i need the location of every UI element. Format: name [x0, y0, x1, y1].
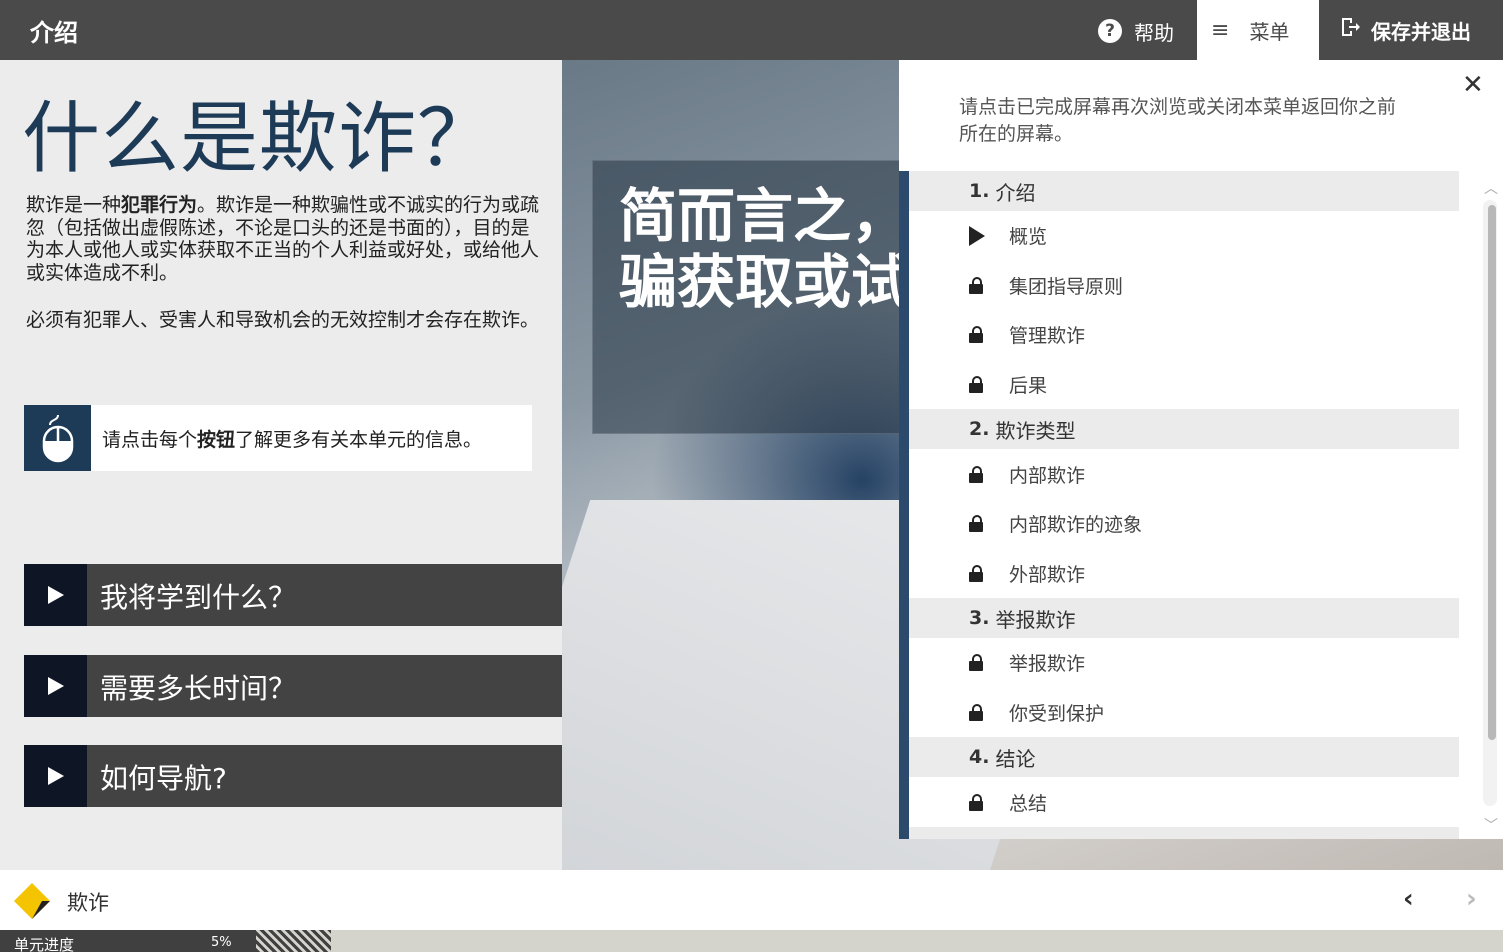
progress-value: 5%	[211, 935, 232, 950]
save-exit-label: 保存并退出	[1371, 19, 1471, 44]
menu-list: 1. 介绍 概览 集团指导原则 管理欺诈 后果 2. 欺诈类型 内部欺诈 内部欺诈的…	[899, 171, 1459, 839]
menu-label: 菜单	[1249, 19, 1290, 44]
quote-box: 简而言之， 骗获取或试	[592, 160, 912, 434]
para-bold-text: 犯罪行为	[121, 194, 198, 216]
accordion-navigation[interactable]: 如何导航?	[24, 745, 562, 807]
headline: 什么是欺诈？	[22, 94, 497, 182]
scrollbar-thumb[interactable]	[1488, 205, 1496, 740]
progress-bar: 单元进度 5%	[0, 930, 1503, 952]
menu-item-label: 内部欺诈	[1009, 464, 1086, 487]
play-icon	[24, 745, 87, 807]
menu-item: 管理欺诈	[909, 310, 1459, 360]
menu-item-label: 总结	[1009, 792, 1048, 815]
menu-item-label: 举报欺诈	[1009, 653, 1086, 676]
help-label: 帮助	[1134, 20, 1174, 45]
section-number: 3.	[969, 607, 990, 630]
lock-icon	[969, 376, 1009, 394]
brand-logo-icon	[14, 883, 50, 919]
scroll-down-icon[interactable]: ﹀	[1484, 815, 1498, 835]
quote-line: 骗获取或试	[619, 250, 910, 315]
play-icon	[24, 655, 87, 717]
section-title: 欺诈类型	[995, 418, 1076, 443]
section-number: 2.	[969, 418, 990, 441]
menu-section[interactable]: 2. 欺诈类型	[909, 409, 1459, 450]
hint-text: 了解更多有关本单元的信息。	[235, 429, 483, 451]
next-page-icon[interactable]: ›	[1466, 884, 1477, 914]
instruction-box: 请点击每个按钮了解更多有关本单元的信息。	[24, 405, 532, 471]
play-icon	[24, 564, 87, 626]
progress-fill	[256, 930, 331, 952]
lock-icon	[969, 515, 1009, 533]
course-menu: ✕ 请点击已完成屏幕再次浏览或关闭本菜单返回你之前所在的屏幕。 1. 介绍 概览 …	[899, 60, 1503, 839]
accordion-duration[interactable]: 需要多长时间？	[24, 655, 562, 717]
accordion-label: 我将学到什么？	[100, 581, 297, 614]
menu-item-label: 外部欺诈	[1009, 563, 1086, 586]
section-title: 结论	[995, 746, 1036, 771]
play-icon	[969, 225, 1009, 246]
hint-bold-text: 按钮	[197, 429, 236, 451]
menu-intro: 请点击已完成屏幕再次浏览或关闭本菜单返回你之前所在的屏幕。	[959, 96, 1397, 145]
menu-item: 内部欺诈	[909, 449, 1459, 499]
para-text: 欺诈是一种	[26, 194, 122, 216]
lock-icon	[969, 326, 1009, 344]
menu-button[interactable]: ≡ 菜单	[1197, 0, 1319, 60]
menu-item: 你受到保护	[909, 687, 1459, 738]
menu-section-partial	[909, 826, 1459, 839]
menu-item-label: 后果	[1009, 375, 1048, 398]
save-exit-button[interactable]: 保存并退出	[1321, 0, 1503, 60]
menu-item: 集团指导原则	[909, 260, 1459, 311]
close-icon[interactable]: ✕	[1462, 70, 1484, 100]
lock-icon	[969, 276, 1009, 294]
menu-item-label: 集团指导原则	[1009, 275, 1124, 298]
lock-icon	[969, 564, 1009, 582]
page-title: 介绍	[30, 19, 78, 47]
menu-item: 总结	[909, 777, 1459, 827]
section-number: 4.	[969, 746, 990, 769]
menu-item: 举报欺诈	[909, 638, 1459, 688]
help-button[interactable]: ? 帮助	[1098, 16, 1174, 46]
course-name: 欺诈	[67, 891, 109, 915]
menu-item[interactable]: 概览	[909, 211, 1459, 261]
menu-item-label: 概览	[1009, 226, 1048, 249]
lock-icon	[969, 465, 1009, 483]
progress-label-box: 单元进度 5%	[0, 930, 256, 952]
lock-icon	[969, 704, 1009, 722]
exit-icon	[1339, 16, 1361, 44]
menu-item-label: 内部欺诈的迹象	[1009, 514, 1143, 537]
section-title: 介绍	[995, 180, 1036, 205]
menu-item-label: 你受到保护	[1009, 703, 1105, 726]
section-title: 举报欺诈	[995, 607, 1076, 632]
footer-bar: 欺诈 ‹ ›	[0, 870, 1503, 930]
section-number: 1.	[969, 180, 990, 202]
lock-icon	[969, 654, 1009, 672]
prev-page-icon[interactable]: ‹	[1403, 884, 1414, 914]
menu-section[interactable]: 4. 结论	[909, 737, 1459, 778]
accordion-label: 需要多长时间？	[100, 672, 297, 705]
menu-section[interactable]: 1. 介绍	[909, 171, 1459, 211]
top-bar: 介绍 ? 帮助 ≡ 菜单 保存并退出	[0, 0, 1503, 60]
menu-item: 内部欺诈的迹象	[909, 498, 1459, 549]
lock-icon	[969, 793, 1009, 811]
condition-paragraph: 必须有犯罪人、受害人和导致机会的无效控制才会存在欺诈。	[26, 309, 540, 331]
scroll-up-icon[interactable]: ︿	[1484, 178, 1498, 198]
menu-section[interactable]: 3. 举报欺诈	[909, 598, 1459, 639]
definition-paragraph: 欺诈是一种犯罪行为。欺诈是一种欺骗性或不诚实的行为或疏忽（包括做出虚假陈述，不论…	[26, 194, 546, 284]
menu-item: 外部欺诈	[909, 548, 1459, 599]
content-panel: 什么是欺诈？ 欺诈是一种犯罪行为。欺诈是一种欺骗性或不诚实的行为或疏忽（包括做出…	[0, 60, 562, 930]
progress-label: 单元进度	[14, 936, 75, 952]
hint-text: 请点击每个	[102, 429, 198, 451]
accordion-label: 如何导航?	[100, 762, 227, 795]
hamburger-icon: ≡	[1211, 17, 1230, 43]
help-icon: ?	[1098, 19, 1122, 43]
menu-item-label: 管理欺诈	[1009, 325, 1086, 348]
accordion-what-learn[interactable]: 我将学到什么？	[24, 564, 562, 626]
menu-item: 后果	[909, 359, 1459, 410]
instruction-text: 请点击每个按钮了解更多有关本单元的信息。	[102, 425, 482, 452]
mouse-icon	[24, 405, 91, 471]
